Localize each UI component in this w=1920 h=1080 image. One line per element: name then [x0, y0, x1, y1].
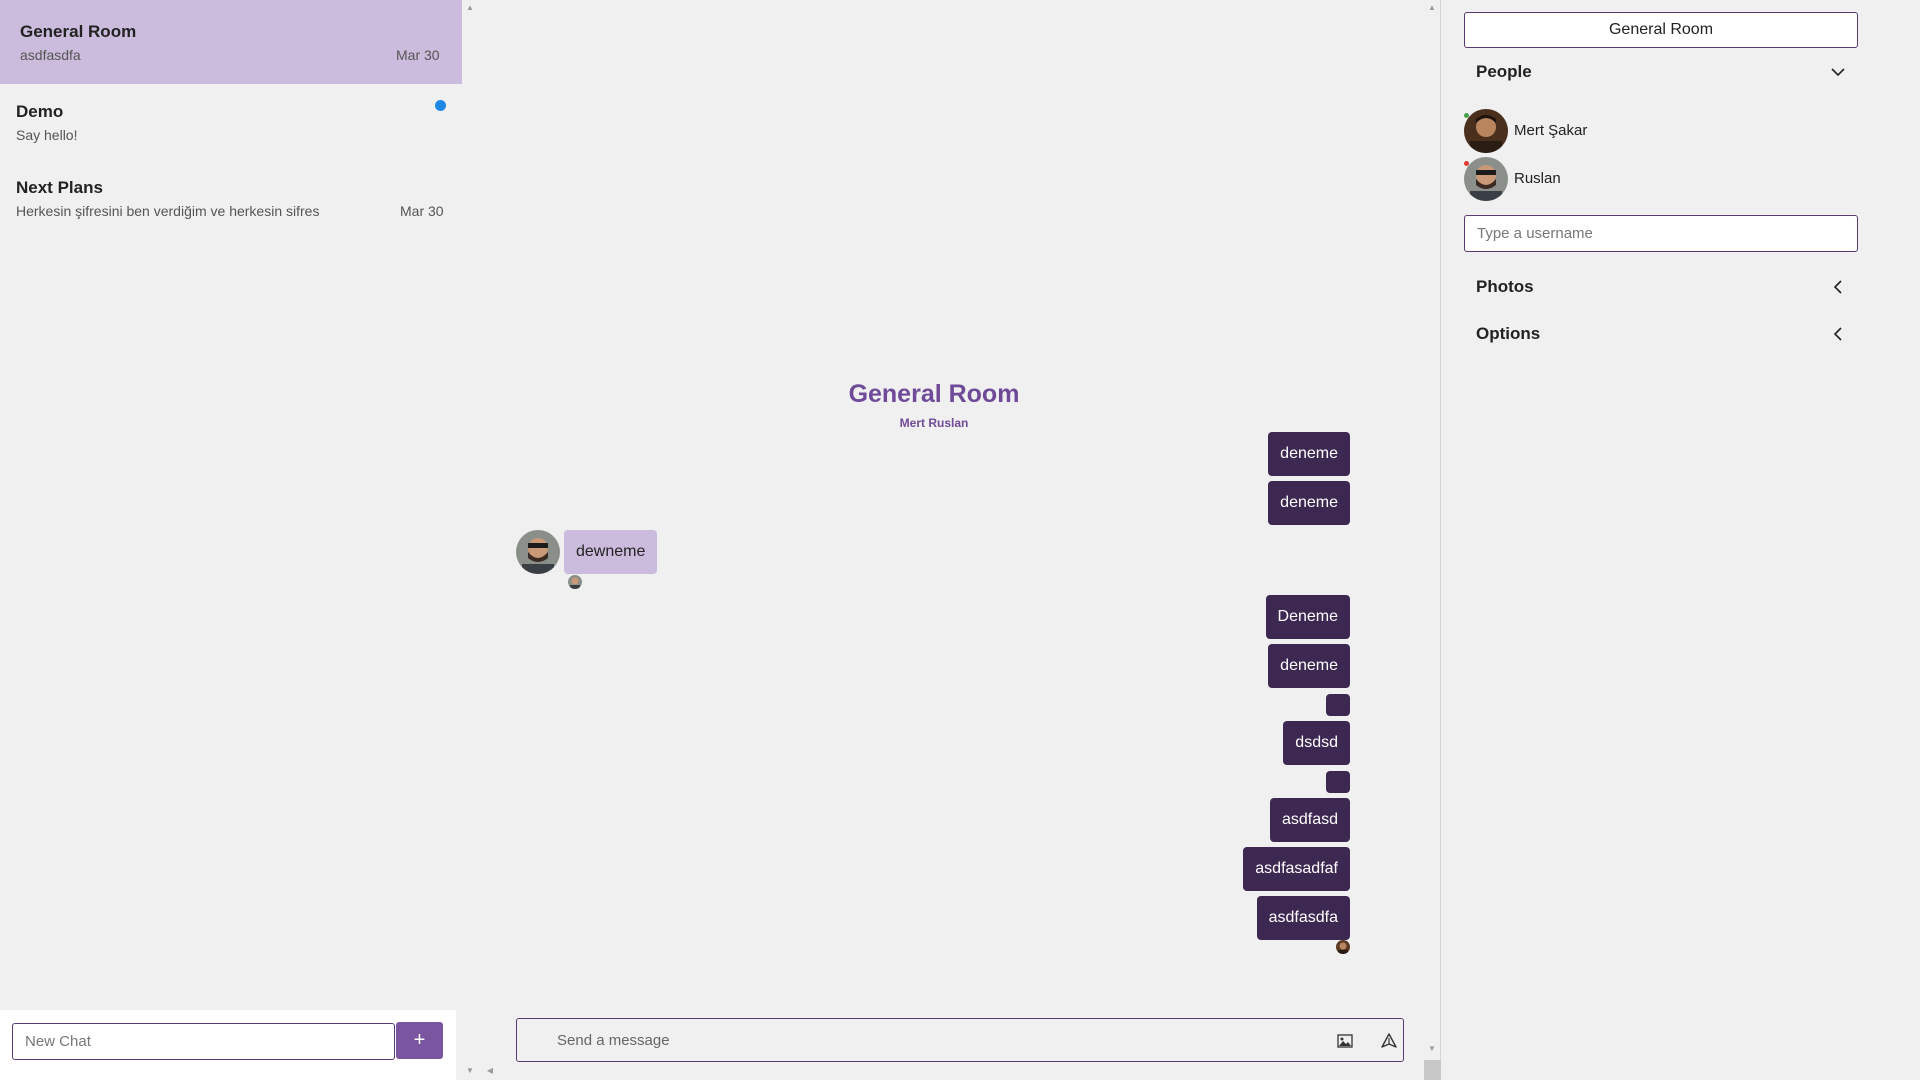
chat-item-demo[interactable]: Demo Say hello!: [0, 84, 462, 156]
photos-label: Photos: [1476, 277, 1534, 296]
room-name-field[interactable]: General Room: [1464, 12, 1858, 48]
chat-preview: Say hello!: [16, 127, 78, 143]
chat-date: Mar 30: [396, 47, 440, 63]
offline-status-dot: [1464, 161, 1469, 166]
image-icon[interactable]: [1335, 1031, 1355, 1051]
message-bubble-mine: asdfasd: [1269, 798, 1350, 842]
options-section-toggle[interactable]: Options: [1476, 320, 1848, 350]
person-ruslan[interactable]: Ruslan: [1464, 157, 1764, 201]
options-label: Options: [1476, 324, 1541, 343]
ruslan-avatar[interactable]: [516, 530, 560, 574]
scroll-up-arrow-icon[interactable]: ▲: [1424, 3, 1440, 12]
message-bubble-mine: asdfasadfaf: [1243, 847, 1350, 891]
message-bubble-mine: [1326, 694, 1350, 716]
online-status-dot: [1464, 113, 1469, 118]
message-bubble-mine: [1326, 771, 1350, 793]
scroll-left-arrow-icon[interactable]: ◀: [482, 1066, 498, 1075]
message-bubble-mine: deneme: [1268, 481, 1350, 525]
message-bubble-mine: asdfasdfa: [1256, 896, 1350, 940]
chat-item-general-room[interactable]: General Room asdfasdfa Mar 30: [0, 0, 462, 84]
chat-date: Mar 30: [400, 203, 444, 219]
person-mert[interactable]: Mert Şakar: [1464, 109, 1764, 153]
ruslan-avatar: [1464, 157, 1508, 201]
scroll-up-arrow-icon[interactable]: ▲: [462, 3, 478, 12]
message-bubble-mine: deneme: [1268, 644, 1350, 688]
chat-item-next-plans[interactable]: Next Plans Herkesin şifresini ben verdiğ…: [0, 156, 462, 228]
chat-preview: asdfasdfa: [20, 47, 81, 63]
add-chat-button[interactable]: +: [396, 1022, 443, 1059]
room-title: General Room: [848, 380, 1020, 408]
chat-title: Demo: [16, 102, 64, 121]
room-members: Mert Ruslan: [899, 416, 969, 430]
scroll-thumb[interactable]: [1424, 1060, 1441, 1080]
message-bubble-mine: dsdsd: [1283, 721, 1350, 765]
chat-title: Next Plans: [16, 178, 103, 197]
mert-avatar: [1464, 109, 1508, 153]
chat-preview: Herkesin şifresini ben verdiğim ve herke…: [16, 203, 320, 219]
chat-list-panel: General Room asdfasdfa Mar 30 Demo Say h…: [0, 0, 478, 1080]
chat-title: General Room: [20, 22, 137, 41]
chat-feed: General Room Mert Ruslan deneme deneme d…: [479, 0, 1441, 1080]
unread-indicator: [435, 100, 446, 111]
read-receipt-avatar: [1336, 940, 1350, 954]
scroll-down-arrow-icon[interactable]: ▼: [462, 1066, 478, 1075]
person-name: Ruslan: [1514, 170, 1561, 187]
message-input[interactable]: [557, 1019, 1277, 1061]
message-bubble-mine: Deneme: [1265, 595, 1350, 639]
person-name: Mert Şakar: [1514, 122, 1588, 139]
username-input[interactable]: [1464, 215, 1858, 252]
chat-details-panel: General Room People Mert Şakar Ruslan Ph…: [1442, 0, 1920, 1080]
chat-feed-scrollbar[interactable]: ▲ ▼: [1424, 0, 1441, 1080]
chevron-left-icon: [1828, 324, 1848, 344]
message-composer: [516, 1018, 1404, 1062]
new-chat-bar: +: [0, 1010, 456, 1080]
people-label: People: [1476, 62, 1532, 81]
new-chat-input[interactable]: [12, 1023, 395, 1060]
chat-list-scrollbar[interactable]: ▲ ▼: [462, 0, 478, 1080]
read-receipt-avatar: [568, 575, 582, 589]
send-icon[interactable]: [1379, 1031, 1399, 1051]
photos-section-toggle[interactable]: Photos: [1476, 273, 1848, 303]
scroll-down-arrow-icon[interactable]: ▼: [1424, 1044, 1440, 1053]
message-bubble-mine: deneme: [1268, 432, 1350, 476]
people-section-toggle[interactable]: People: [1476, 58, 1848, 88]
chevron-down-icon: [1828, 62, 1848, 82]
chevron-left-icon: [1828, 277, 1848, 297]
message-bubble-theirs: dewneme: [564, 530, 658, 574]
